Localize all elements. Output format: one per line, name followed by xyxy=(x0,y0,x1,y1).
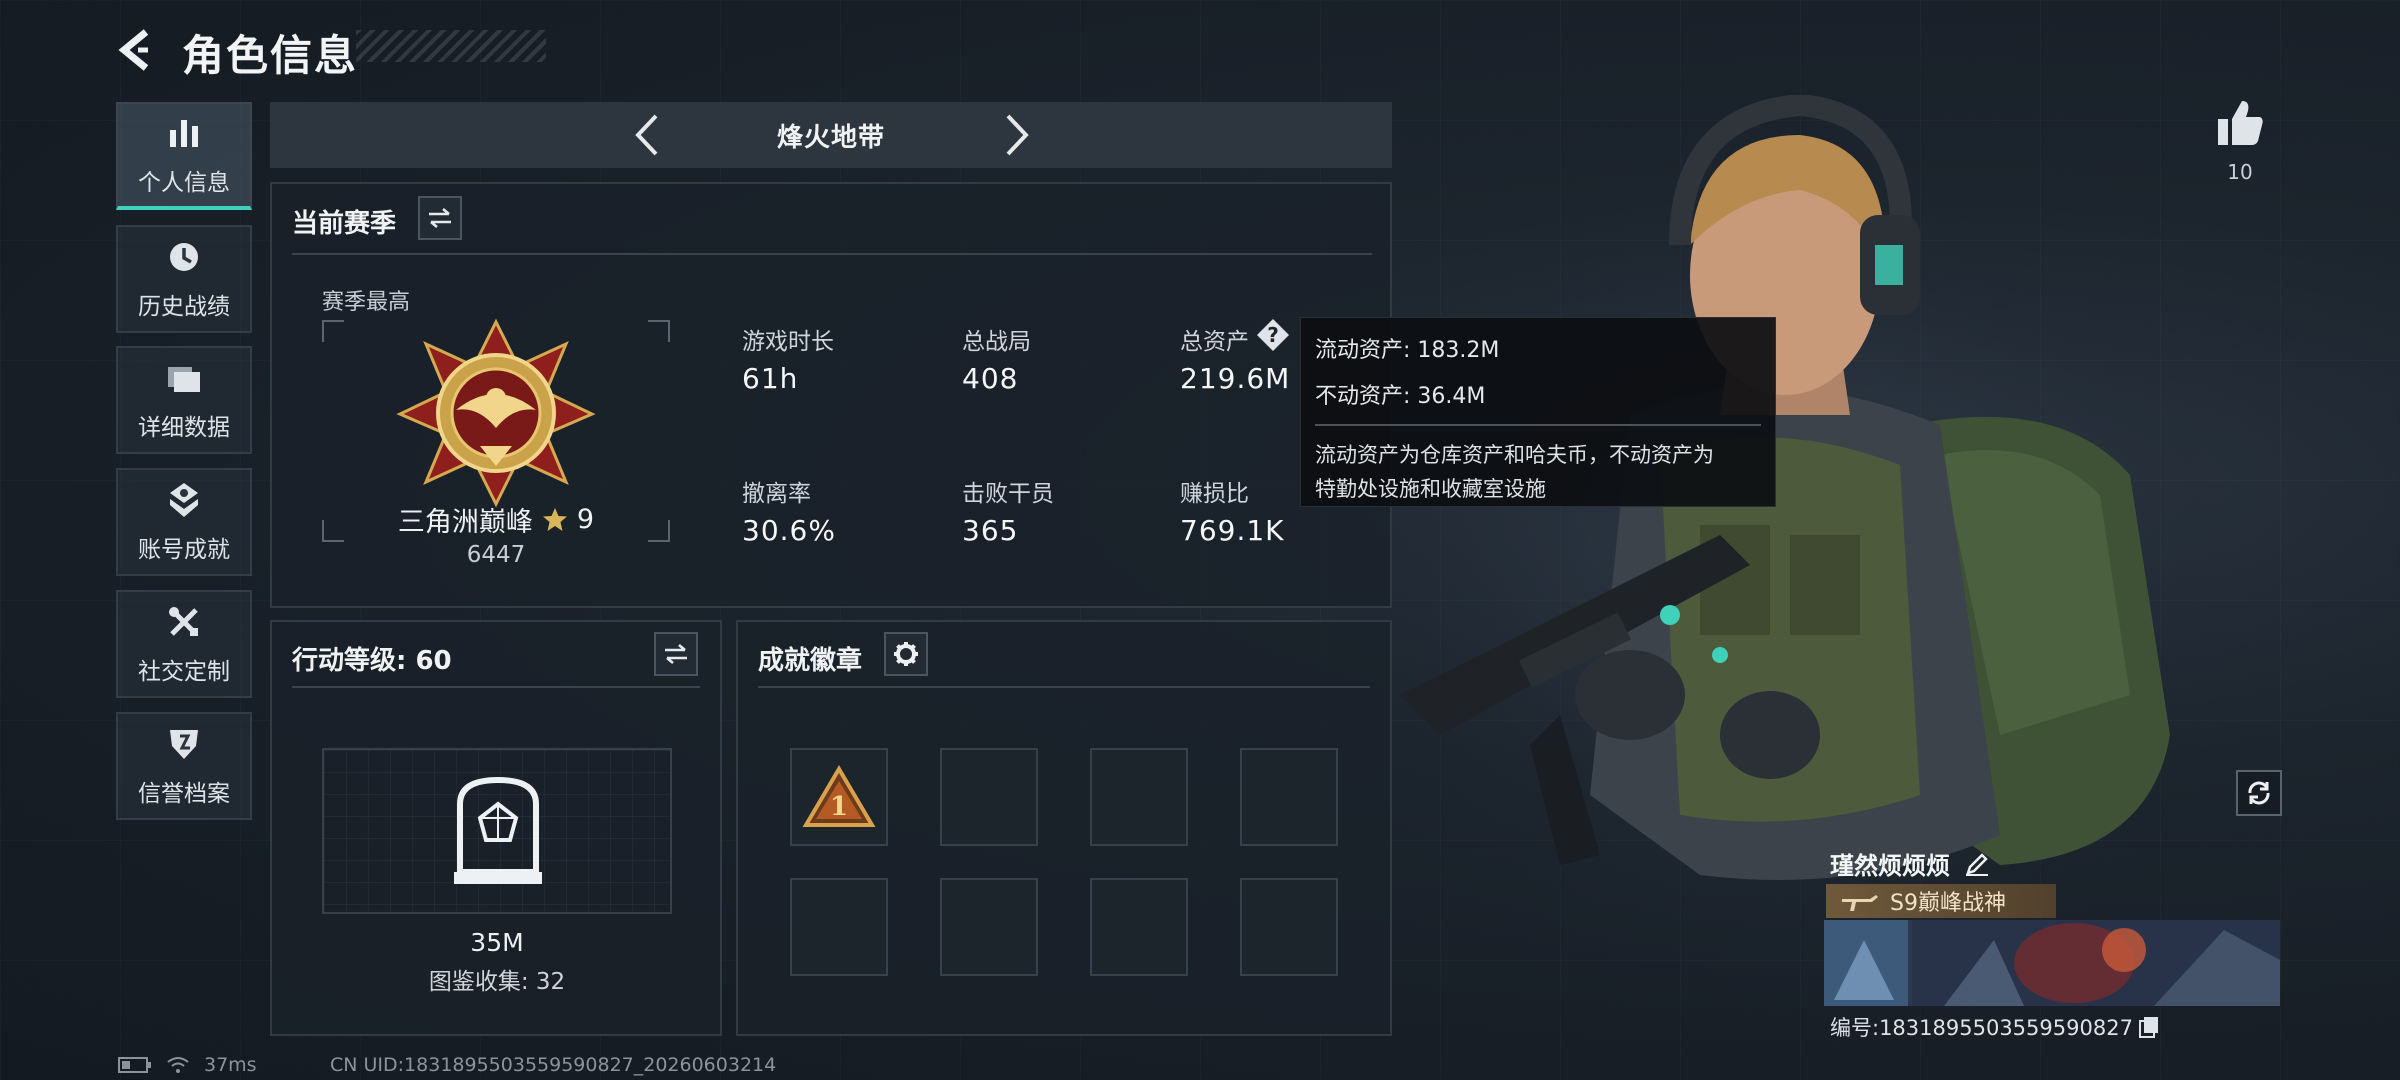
footer-uid: CN UID:1831895503559590827_20260603214 xyxy=(330,1054,777,1076)
achievements-title: 成就徽章 xyxy=(758,646,863,676)
player-title-text: S9巅峰战神 xyxy=(1890,891,2006,916)
sidebar-item-history[interactable]: 历史战绩 xyxy=(116,225,252,333)
badge-slot-1[interactable]: 1 xyxy=(790,748,888,846)
stat-value-total-assets: 219.6M xyxy=(1180,362,1291,395)
stat-value-playtime: 61h xyxy=(742,362,799,395)
tooltip-note-line2: 特勤处设施和收藏室设施 xyxy=(1315,477,1546,501)
achievement-icon xyxy=(164,480,204,520)
like-count: 10 xyxy=(2227,160,2253,184)
season-title: 当前赛季 xyxy=(292,209,397,239)
battery-icon xyxy=(118,1057,151,1073)
badge-slot-7[interactable] xyxy=(1090,878,1188,976)
tools-icon xyxy=(164,602,204,642)
sidebar-item-achievements[interactable]: 账号成就 xyxy=(116,468,252,576)
stat-label-profit-ratio: 赚损比 xyxy=(1180,481,1249,507)
stat-label-playtime: 游戏时长 xyxy=(742,329,834,355)
season-best-label: 赛季最高 xyxy=(322,290,411,315)
star-icon xyxy=(542,507,567,531)
page-title: 角色信息 xyxy=(182,31,359,80)
player-id-row: 编号:1831895503559590827 xyxy=(1830,1012,2159,1042)
achievements-settings-button[interactable] xyxy=(884,632,928,676)
gear-icon xyxy=(894,642,918,666)
question-icon: ? xyxy=(1257,319,1289,351)
stat-value-profit-ratio: 769.1K xyxy=(1180,514,1285,547)
tooltip-fixed-assets: 不动资产: 36.4M xyxy=(1315,384,1486,409)
rank-star-count: 9 xyxy=(576,504,595,535)
badge-slot-5[interactable] xyxy=(790,878,888,976)
player-name-row: 瑾然烦烦烦 xyxy=(1830,846,1990,881)
stat-value-kills: 365 xyxy=(962,514,1019,547)
sidebar-item-label: 历史战绩 xyxy=(138,294,230,320)
status-footer: 37ms xyxy=(118,1054,257,1076)
stat-label-extract-rate: 撤离率 xyxy=(742,481,811,507)
stat-label-total-assets: 总资产 xyxy=(1180,329,1249,355)
ping-value: 37ms xyxy=(204,1054,257,1076)
stat-value-extract-rate: 30.6% xyxy=(742,514,836,547)
shield-icon xyxy=(164,724,204,764)
edit-icon[interactable] xyxy=(1964,851,1990,877)
player-banner xyxy=(1824,920,2280,1006)
badge-slot-2[interactable] xyxy=(940,748,1038,846)
rifle-icon xyxy=(1842,895,1878,911)
chevron-left-icon xyxy=(635,114,658,156)
wifi-icon xyxy=(167,1057,189,1073)
action-level-title: 行动等级: 60 xyxy=(292,646,452,676)
back-arrow-icon xyxy=(118,29,149,71)
player-title-tag: S9巅峰战神 xyxy=(1826,884,2056,918)
tooltip-divider xyxy=(1315,424,1761,426)
collection-count: 图鉴收集: 32 xyxy=(428,969,566,995)
copy-icon[interactable] xyxy=(2138,1016,2159,1038)
assets-help-button[interactable]: ? xyxy=(1256,318,1290,352)
swap-icon xyxy=(429,208,451,228)
sidebar-item-reputation[interactable]: 信誉档案 xyxy=(116,712,252,820)
refresh-icon xyxy=(2248,781,2270,805)
svg-text:1: 1 xyxy=(830,792,848,822)
assets-tooltip: 流动资产: 183.2M 不动资产: 36.4M 流动资产为仓库资产和哈夫币，不… xyxy=(1300,317,1776,507)
sidebar-item-label: 账号成就 xyxy=(138,537,230,563)
collection-trophy-icon xyxy=(450,774,546,888)
rank-name: 三角洲巅峰 xyxy=(397,507,533,538)
title-decoration xyxy=(356,30,546,62)
refresh-button[interactable] xyxy=(2236,770,2282,816)
tooltip-note-line1: 流动资产为仓库资产和哈夫币，不动资产为 xyxy=(1315,443,1714,467)
thumbs-up-icon xyxy=(2218,101,2263,145)
chevron-right-icon xyxy=(1006,114,1029,156)
back-button[interactable] xyxy=(112,24,160,76)
mode-selector: 烽火地带 xyxy=(270,102,1392,168)
sidebar-item-label: 个人信息 xyxy=(138,170,230,196)
like-button[interactable] xyxy=(2212,95,2268,151)
rank-emblem-icon xyxy=(396,318,596,508)
prev-mode-button[interactable] xyxy=(622,110,672,160)
rank-score: 6447 xyxy=(466,542,526,568)
next-mode-button[interactable] xyxy=(992,110,1042,160)
clock-icon xyxy=(164,237,204,277)
swap-icon xyxy=(665,644,687,664)
badge-slot-6[interactable] xyxy=(940,878,1038,976)
season-switch-button[interactable] xyxy=(418,196,462,240)
bar-chart-icon xyxy=(164,113,204,153)
sidebar-item-label: 社交定制 xyxy=(138,659,230,685)
action-level-divider xyxy=(292,686,700,688)
stat-label-total-matches: 总战局 xyxy=(962,329,1031,355)
sidebar-item-label: 详细数据 xyxy=(138,415,230,441)
folder-icon xyxy=(164,358,204,398)
player-name: 瑾然烦烦烦 xyxy=(1830,852,1950,880)
rank-name-row: 三角洲巅峰 9 xyxy=(322,500,670,539)
tooltip-liquid-assets: 流动资产: 183.2M xyxy=(1315,338,1500,363)
badge-slot-3[interactable] xyxy=(1090,748,1188,846)
mode-label: 烽火地带 xyxy=(776,122,885,153)
collection-value: 35M xyxy=(470,928,524,957)
achievements-divider xyxy=(758,686,1370,688)
stat-value-total-matches: 408 xyxy=(962,362,1019,395)
svg-text:?: ? xyxy=(1267,323,1279,347)
sidebar-item-label: 信誉档案 xyxy=(138,781,230,807)
season-divider xyxy=(292,253,1372,255)
stat-label-kills: 击败干员 xyxy=(962,481,1054,507)
sidebar-item-personal-info[interactable]: 个人信息 xyxy=(116,102,252,210)
sidebar-item-social[interactable]: 社交定制 xyxy=(116,590,252,698)
sidebar-item-detailed-data[interactable]: 详细数据 xyxy=(116,346,252,454)
action-level-switch-button[interactable] xyxy=(654,632,698,676)
player-id: 编号:1831895503559590827 xyxy=(1830,1016,2133,1040)
badge-rank-one-icon: 1 xyxy=(802,765,876,827)
